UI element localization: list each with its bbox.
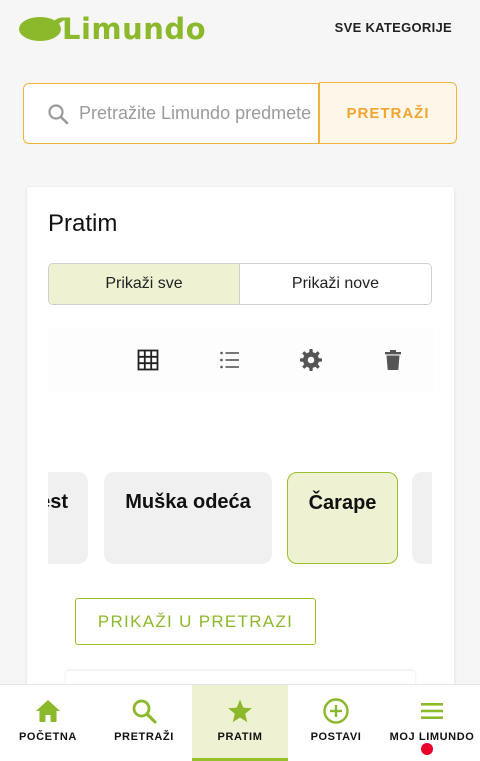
star-icon bbox=[226, 697, 254, 725]
category-strip: est Muška odeća Čarape bbox=[48, 472, 432, 567]
nav-search[interactable]: PRETRAŽI bbox=[96, 685, 192, 761]
search-button[interactable]: PRETRAŽI bbox=[319, 82, 457, 144]
page-title: Pratim bbox=[48, 210, 118, 237]
bottom-navigation: POČETNA PRETRAŽI PRATIM POSTAVI MOJ LIMU… bbox=[0, 684, 480, 761]
nav-following-label: PRATIM bbox=[217, 731, 263, 743]
nav-home[interactable]: POČETNA bbox=[0, 685, 96, 761]
limundo-logo[interactable]: Limundo bbox=[18, 9, 206, 47]
all-categories-link[interactable]: SVE KATEGORIJE bbox=[335, 20, 452, 35]
search-icon bbox=[130, 697, 158, 725]
show-in-search-button[interactable]: PRIKAŽI U PRETRAZI bbox=[75, 598, 316, 645]
nav-search-label: PRETRAŽI bbox=[114, 731, 174, 743]
category-chip-selected[interactable]: Čarape bbox=[287, 472, 398, 564]
nav-post-label: POSTAVI bbox=[310, 731, 362, 743]
category-chip[interactable]: Muška odeća bbox=[104, 472, 272, 564]
nav-post[interactable]: POSTAVI bbox=[288, 685, 384, 761]
category-chip[interactable] bbox=[412, 472, 432, 564]
lemon-logo-icon bbox=[19, 17, 67, 41]
nav-home-label: POČETNA bbox=[19, 731, 77, 743]
search-bar[interactable] bbox=[23, 83, 319, 144]
filter-toggle: Prikaži sve Prikaži nove bbox=[48, 263, 432, 305]
settings-icon[interactable] bbox=[299, 348, 323, 372]
list-view-icon[interactable] bbox=[218, 348, 242, 372]
show-new-button[interactable]: Prikaži nove bbox=[240, 264, 431, 304]
search-input[interactable] bbox=[79, 103, 311, 124]
view-toolbar bbox=[48, 328, 433, 392]
category-chip[interactable]: est bbox=[48, 472, 88, 564]
add-circle-icon bbox=[322, 697, 350, 725]
delete-icon[interactable] bbox=[381, 348, 405, 372]
following-card: Pratim Prikaži sve Prikaži nove st Muška… bbox=[27, 187, 454, 707]
show-all-button[interactable]: Prikaži sve bbox=[49, 264, 240, 304]
search-icon bbox=[48, 103, 69, 124]
nav-my-limundo-label: MOJ LIMUNDO bbox=[389, 731, 475, 743]
home-icon bbox=[34, 697, 62, 725]
nav-following[interactable]: PRATIM bbox=[192, 685, 288, 761]
grid-view-icon[interactable] bbox=[136, 348, 160, 372]
notification-dot bbox=[421, 743, 433, 755]
logo-text: Limundo bbox=[62, 12, 207, 46]
nav-my-limundo[interactable]: MOJ LIMUNDO bbox=[384, 685, 480, 761]
menu-icon bbox=[418, 697, 446, 725]
app-header: Limundo SVE KATEGORIJE bbox=[0, 0, 480, 56]
